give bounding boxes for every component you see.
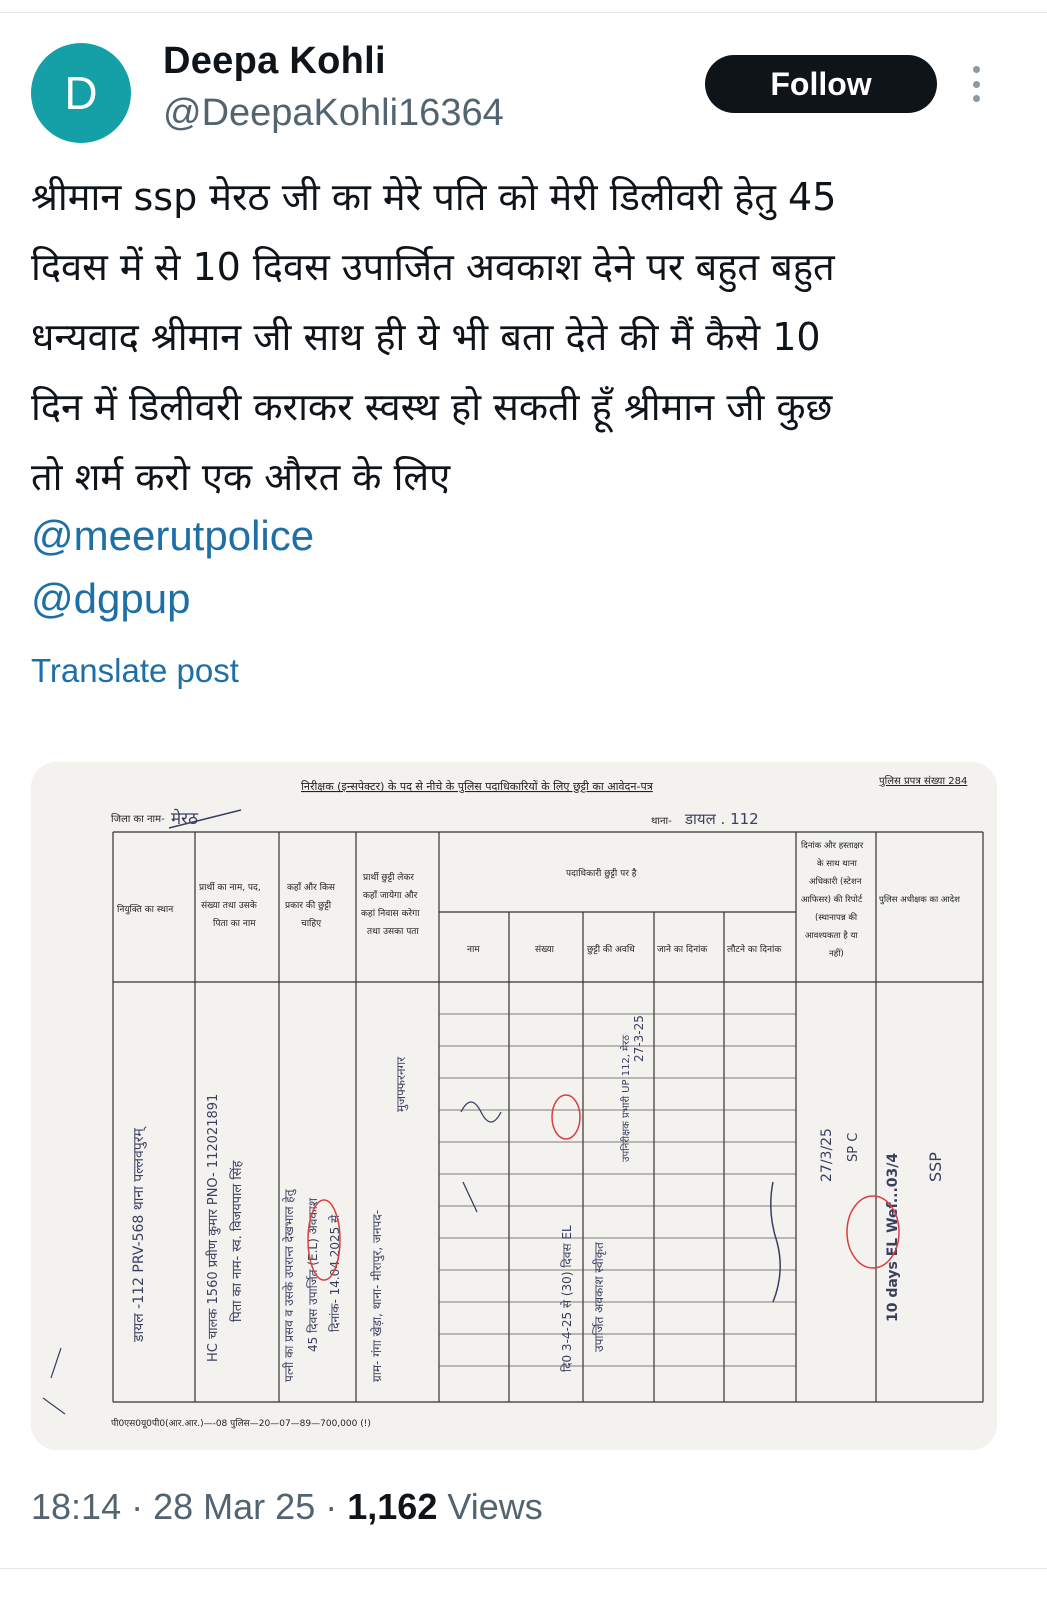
mention-link-meerutpolice[interactable]: @meerutpolice [31,512,314,560]
ssp-signature: SSP [926,1152,945,1182]
header-report: दिनांक और हस्ताक्षर [801,840,864,851]
handwritten-ssp-code: SP C [846,1133,861,1162]
post-text: श्रीमान ssp मेरठ जी का मेरे पति को मेरी … [31,162,1016,512]
views-label: Views [447,1486,543,1527]
more-dot [972,80,980,88]
form-title: निरीक्षक (इन्सपेक्टर) के पद से नीचे के प… [301,780,654,793]
follow-button[interactable]: Follow [705,55,937,113]
header-leave-type: प्रकार की छुट्टी [285,899,332,911]
header-address: प्रार्थी छुट्टी लेकर [363,871,414,883]
post-line: दिन में डिलीवरी कराकर स्वस्थ हो सकती हूँ… [31,385,833,429]
handwritten-posting: डायल -112 PRV-568 थाना पल्लवपुरम् [131,1126,147,1343]
header-leave-type: चाहिए [301,917,322,929]
post-line: दिवस में से 10 दिवस उपार्जित अवकाश देने … [31,245,835,289]
handwritten-address: ग्राम- गंगा खेड़ा, थाना- मीरापुर, जनपद- [370,1210,385,1382]
translate-post-link[interactable]: Translate post [31,652,239,690]
more-dot [972,66,980,73]
form-number: पुलिस प्रपत्र संख्या 284 [879,775,967,787]
header-applicant: प्रार्थी का नाम, पद, [199,881,261,893]
header-report: के साथ थाना [817,858,858,869]
header-report: नहीं) [829,948,844,959]
post-line: धन्यवाद श्रीमान जी साथ ही ये भी बता देते… [31,315,821,359]
header-sub-depart: जाने का दिनांक [657,943,708,955]
author-avatar[interactable]: D [31,43,131,143]
stamp-text: उपनिरीक्षक प्रभारी UP 112, मेरठ [620,1035,632,1162]
handwritten-leave-days: 45 दिवस उपार्जित (E.L) अवकाश [306,1197,320,1352]
more-dot [972,95,980,102]
bottom-divider [0,1568,1047,1569]
header-sub-return: लौटने का दिनांक [727,943,782,955]
mention-link-dgpup[interactable]: @dgpup [31,575,190,623]
handwritten-applicant: HC चालक 1560 प्रवीण कुमार PNO- 112021891 [205,1094,221,1362]
more-vertical-icon[interactable] [968,66,984,102]
leave-application-form: निरीक्षक (इन्सपेक्टर) के पद से नीचे के प… [31,762,997,1450]
station-label: थाना- [651,816,672,827]
district-label: जिला का नाम- [111,813,165,825]
form-footer: पी0एस0यू0पी0(आर.आर.)—-08 पुलिस—20—07—89—… [111,1417,371,1429]
header-leave-type: कहाँ और किस [287,881,336,893]
header-address: तथा उसका पता [367,927,419,937]
post-line: तो शर्म करो एक औरत के लिए [31,455,451,499]
header-sub-period: छुट्टी की अवधि [587,943,636,955]
handwritten-date: 27-3-25 [632,1015,646,1062]
handwritten-ssp-date: 27/3/25 [819,1128,835,1182]
separator-dot: · [325,1486,338,1527]
post-metadata: 18:14 · 28 Mar 25 · 1,162 Views [31,1486,543,1528]
station-value: डायल . 112 [684,810,759,828]
header-report: आवश्यकता है या [805,930,858,941]
header-sub-number: संख्या [535,944,555,955]
separator-dot: · [131,1486,144,1527]
header-posting: नियुक्ति का स्थान [117,903,174,915]
header-report: अधिकारी (स्टेशन [809,876,862,887]
post-line: श्रीमान ssp मेरठ जी का मेरे पति को मेरी … [31,175,837,219]
header-sub-name: नाम [467,945,480,955]
header-address: कहां निवास करेगा [361,907,420,919]
views-count: 1,162 [347,1486,438,1527]
header-applicant: संख्या तथा उसके [201,899,258,911]
header-applicant: पिता का नाम [213,917,256,929]
header-address: कहाँ जायेगा और [363,889,418,901]
header-report: आफिसर) की रिपोर्ट [801,894,863,905]
avatar-letter: D [64,67,98,119]
header-order: पुलिस अधीक्षक का आदेश [879,894,960,905]
top-divider [0,12,1047,13]
handwritten-father: पिता का नाम- स्व. विजयपाल सिंह [229,1159,245,1322]
handwritten-period: दि0 3-4-25 से (30) दिवस EL [560,1225,574,1372]
header-group: पदाधिकारी छुट्टी पर है [566,867,637,879]
attached-document-image[interactable]: निरीक्षक (इन्सपेक्टर) के पद से नीचे के प… [31,762,997,1450]
handwritten-leave-reason: पत्नी का प्रसव व उसके उपरान्त देखभाल हेत… [282,1188,297,1382]
handwritten-district: मुजफ्फरनगर [394,1056,409,1112]
post-time[interactable]: 18:14 [31,1486,121,1527]
post-date[interactable]: 28 Mar 25 [153,1486,315,1527]
author-name[interactable]: Deepa Kohli [163,40,386,83]
header-report: (स्थानापन्न की [815,912,858,923]
author-handle[interactable]: @DeepaKohli16364 [163,92,504,135]
handwritten-approval: उपार्जित अवकाश स्वीकृत [592,1241,607,1352]
